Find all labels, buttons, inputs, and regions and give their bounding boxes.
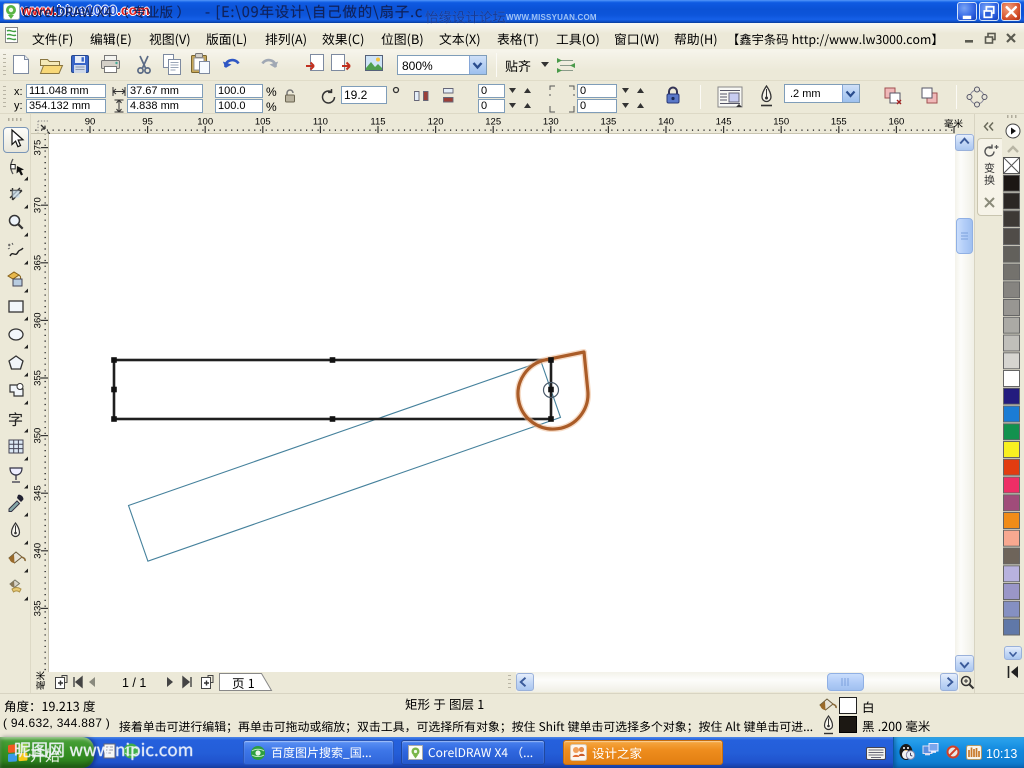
svg-text:145: 145 bbox=[716, 117, 732, 128]
svg-text:155: 155 bbox=[831, 117, 847, 128]
svg-text:335: 335 bbox=[33, 600, 44, 616]
svg-text:115: 115 bbox=[370, 117, 385, 128]
svg-text:340: 340 bbox=[33, 543, 44, 559]
svg-text:120: 120 bbox=[428, 117, 444, 128]
svg-text:90: 90 bbox=[85, 117, 96, 128]
svg-text:110: 110 bbox=[313, 117, 328, 128]
svg-text:130: 130 bbox=[543, 117, 559, 128]
svg-text:375: 375 bbox=[33, 140, 44, 156]
svg-text:370: 370 bbox=[33, 197, 44, 213]
svg-text:360: 360 bbox=[33, 312, 44, 328]
svg-text:345: 345 bbox=[33, 485, 44, 501]
svg-text:1 / 1: 1 / 1 bbox=[122, 676, 146, 690]
svg-text:355: 355 bbox=[33, 370, 44, 386]
svg-text:350: 350 bbox=[33, 428, 44, 444]
svg-text:140: 140 bbox=[658, 117, 674, 128]
svg-text:150: 150 bbox=[773, 117, 789, 128]
svg-text:105: 105 bbox=[255, 117, 271, 128]
svg-text:125: 125 bbox=[485, 117, 501, 128]
svg-text:100: 100 bbox=[197, 117, 213, 128]
svg-text:160: 160 bbox=[888, 117, 904, 128]
svg-text:365: 365 bbox=[33, 255, 44, 271]
svg-text:135: 135 bbox=[600, 117, 616, 128]
svg-text:95: 95 bbox=[142, 117, 153, 128]
